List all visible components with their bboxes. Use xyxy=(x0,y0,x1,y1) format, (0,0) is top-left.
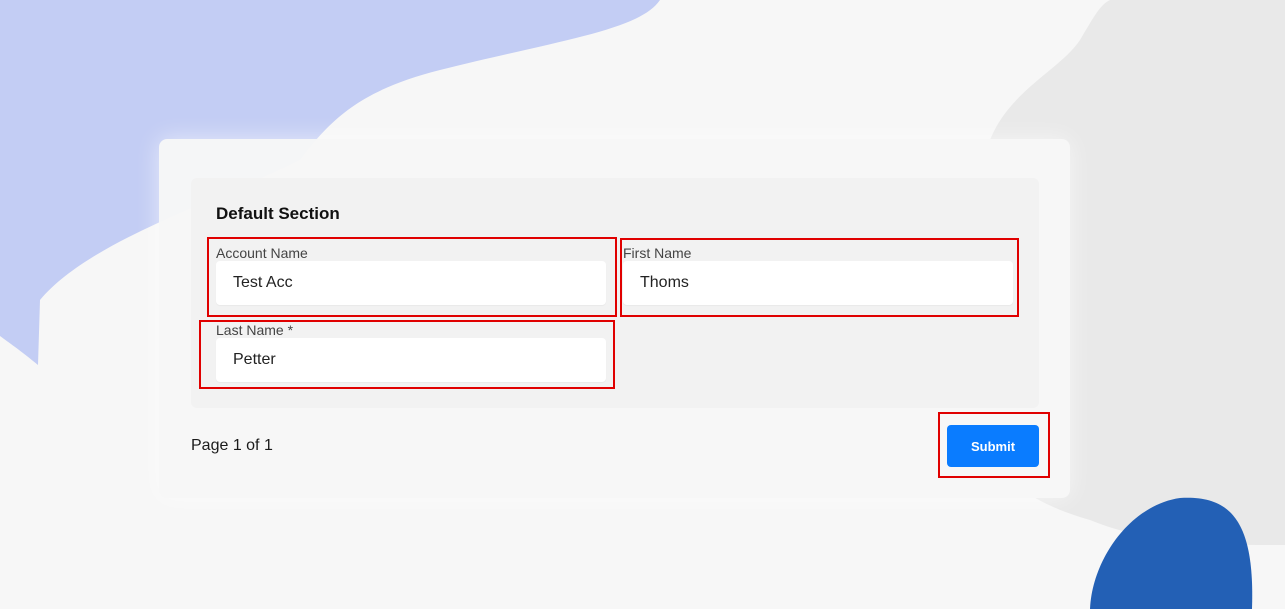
first-name-input[interactable] xyxy=(623,261,1013,305)
submit-button[interactable]: Submit xyxy=(947,425,1039,467)
first-name-field: First Name xyxy=(623,245,1013,305)
last-name-label: Last Name * xyxy=(216,322,294,338)
account-name-label: Account Name xyxy=(216,245,308,261)
last-name-input[interactable] xyxy=(216,338,606,382)
default-section-panel: Default Section Account Name First Name … xyxy=(191,178,1039,408)
account-name-field: Account Name xyxy=(216,245,606,305)
first-name-label: First Name xyxy=(623,245,692,261)
form-card: Default Section Account Name First Name … xyxy=(159,139,1070,498)
page-indicator: Page 1 of 1 xyxy=(191,437,273,454)
account-name-input[interactable] xyxy=(216,261,606,305)
last-name-field: Last Name * xyxy=(216,322,606,382)
section-title: Default Section xyxy=(216,204,340,223)
